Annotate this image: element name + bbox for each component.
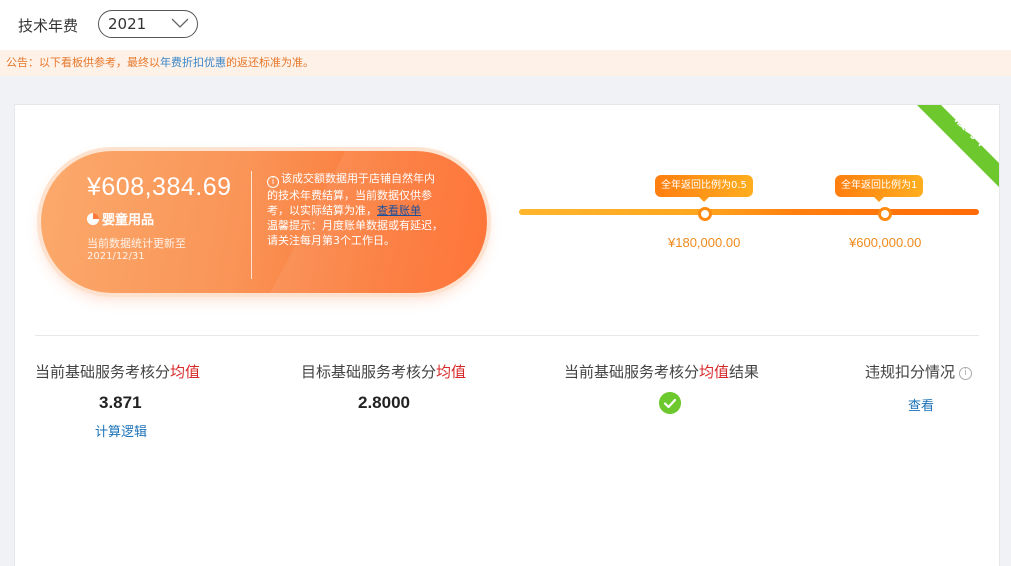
milestone-amount-2: ¥600,000.00 (849, 235, 922, 250)
violation-label: 违规扣分情况 i (865, 361, 973, 382)
notice-prefix: 公告：以下看板供参考，最终以 (6, 56, 160, 69)
milestone-bubble-2: 全年返回比例为1 (835, 175, 924, 202)
status-ribbon: 履约中 (917, 105, 999, 187)
summary-description: i 该成交额数据用于店铺自然年内的技术年费结算，当前数据仅供参考，以实际结算为准，… (267, 171, 443, 248)
category-label: 婴童用品 (87, 209, 154, 228)
current-score-label: 当前基础服务考核分均值 (35, 363, 201, 381)
turnover-amount: ¥608,384.69 (87, 173, 232, 201)
progress-node-2 (878, 207, 892, 221)
section-divider (35, 335, 979, 336)
fee-card: 履约中 ¥608,384.69 婴童用品 当前数据统计更新至 2021/12/3… (14, 104, 1000, 566)
view-bill-link[interactable]: 查看账单 (377, 204, 421, 217)
target-score-label: 目标基础服务考核分均值 (301, 363, 467, 381)
update-date: 2021/12/31 (87, 251, 145, 262)
update-label: 当前数据统计更新至 (87, 237, 186, 250)
pie-icon (87, 213, 99, 225)
milestone-amount-1: ¥180,000.00 (668, 235, 741, 250)
page-title: 技术年费 (18, 17, 79, 35)
current-score-value: 3.871 (99, 393, 142, 412)
calc-logic-link[interactable]: 计算逻辑 (95, 421, 147, 440)
description-tip: 温馨提示：月度账单数据或有延迟，请关注每月第3个工作日。 (267, 219, 443, 247)
summary-pill: ¥608,384.69 婴童用品 当前数据统计更新至 2021/12/31 i该… (41, 151, 487, 293)
top-bar: 技术年费 2021 (0, 0, 1011, 50)
pill-divider (251, 171, 252, 279)
notice-suffix: 的返还标准为准。 (226, 56, 314, 69)
chevron-down-icon (171, 18, 189, 28)
notice-highlight: 年费折扣优惠 (160, 56, 226, 69)
score-result-label: 当前基础服务考核分均值结果 (564, 363, 760, 381)
target-score-value: 2.8000 (358, 393, 410, 412)
milestone-bubble-1: 全年返回比例为0.5 (655, 175, 753, 202)
check-icon (659, 392, 681, 414)
info-icon[interactable]: i (959, 367, 973, 380)
year-select[interactable]: 2021 (98, 10, 198, 38)
notice-bar: 公告：以下看板供参考，最终以年费折扣优惠的返还标准为准。 (0, 50, 1011, 76)
info-icon: i (267, 176, 279, 188)
view-violation-link[interactable]: 查看 (908, 395, 934, 414)
progress-node-1 (698, 207, 712, 221)
year-select-value: 2021 (108, 15, 147, 33)
category-text: 婴童用品 (102, 213, 155, 228)
rebate-progress-bar (519, 209, 979, 215)
